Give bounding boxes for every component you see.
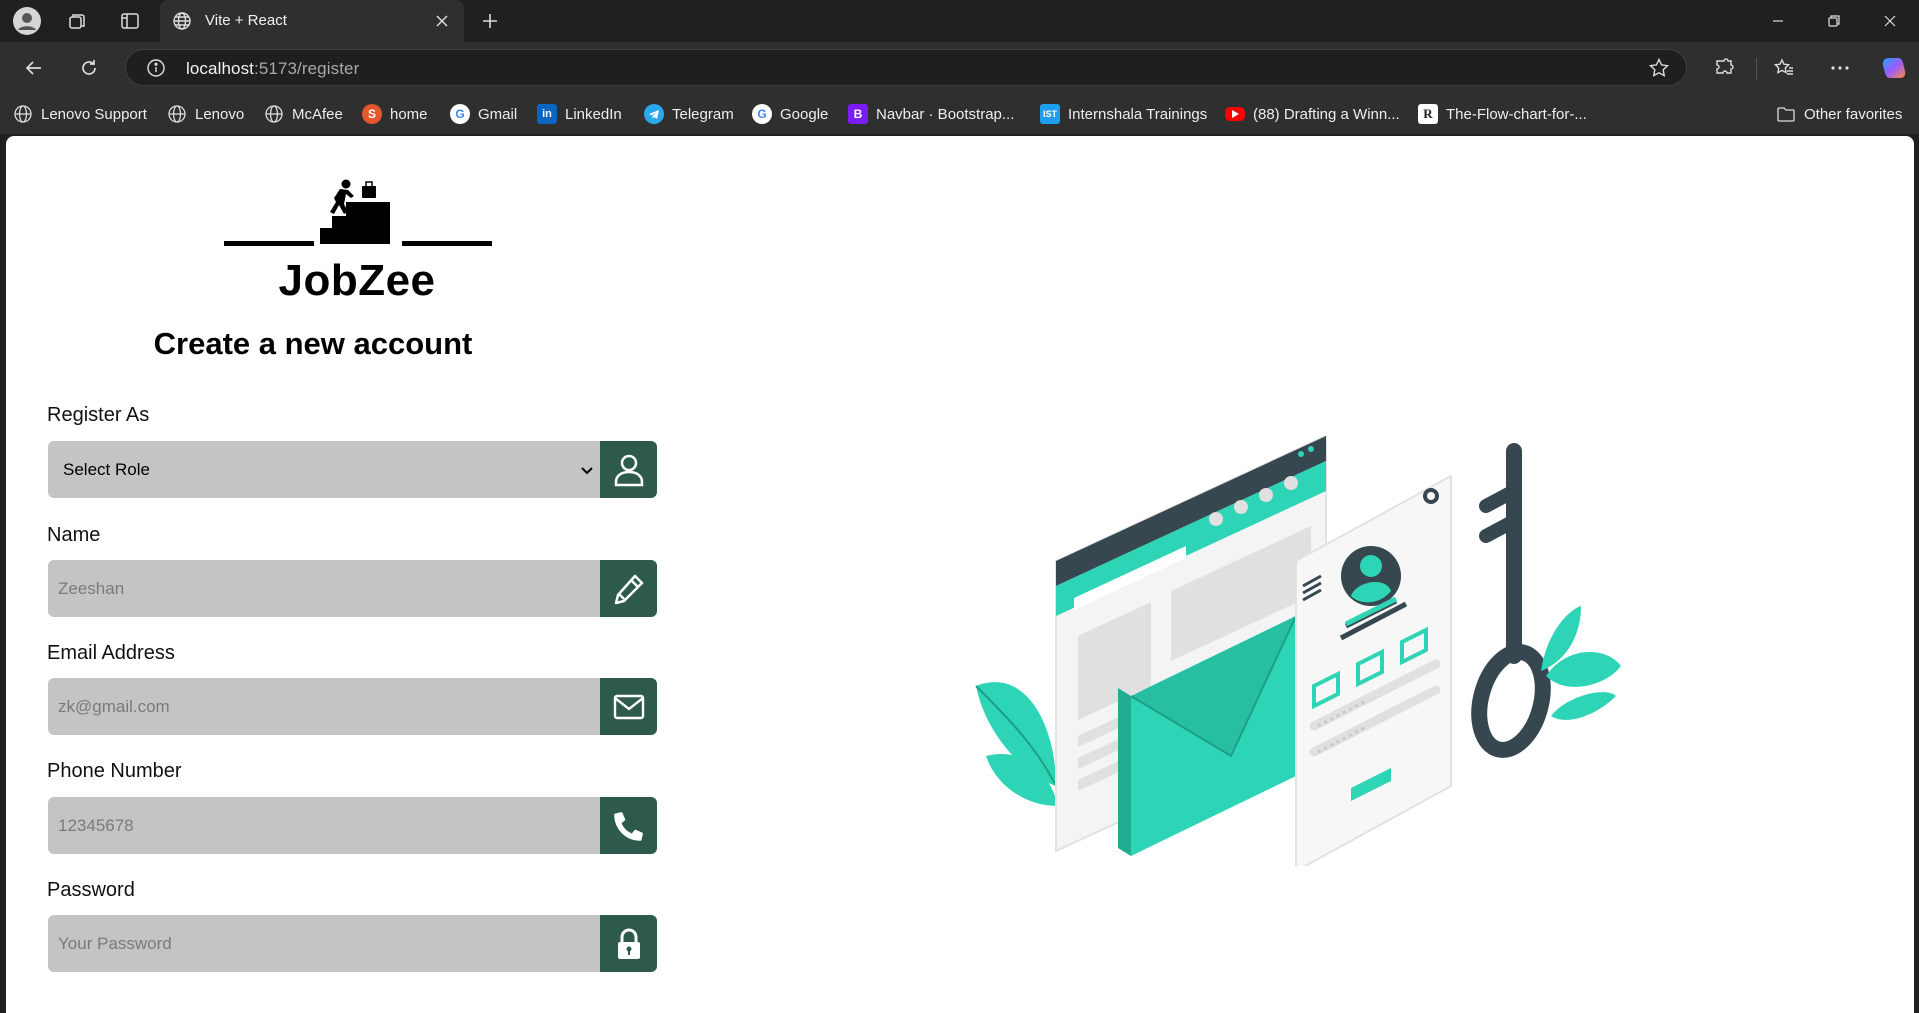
climbing-man-icon <box>320 179 390 244</box>
globe-icon <box>167 104 187 124</box>
youtube-icon <box>1225 107 1245 121</box>
bookmark-label: McAfee <box>292 105 343 123</box>
more-options-icon[interactable] <box>1824 52 1856 84</box>
bookmark-label: Gmail <box>478 105 518 123</box>
bookmark-internshala[interactable]: IST Internshala Trainings <box>1040 102 1207 126</box>
other-favorites-folder[interactable]: Other favorites <box>1776 102 1902 126</box>
browser-toolbar: localhost:5173/register <box>0 42 1919 94</box>
bookmark-lenovo[interactable]: Lenovo <box>167 102 244 126</box>
bookmark-google[interactable]: G Google <box>752 102 828 126</box>
email-field <box>48 678 657 735</box>
bookmark-label: Internshala Trainings <box>1068 105 1208 123</box>
favorites-icon[interactable] <box>1768 52 1800 84</box>
folder-icon <box>1776 104 1796 124</box>
back-button[interactable] <box>18 52 50 84</box>
tab-title: Vite + React <box>205 12 287 29</box>
globe-icon <box>264 104 284 124</box>
name-field <box>48 560 657 617</box>
extensions-icon[interactable] <box>1708 52 1740 84</box>
telegram-icon <box>644 104 664 124</box>
new-tab-button[interactable] <box>475 6 505 36</box>
password-label: Password <box>47 879 135 901</box>
password-field <box>48 915 657 972</box>
chevron-down-icon <box>580 463 594 483</box>
role-select-value: Select Role <box>63 459 150 479</box>
close-window-button[interactable] <box>1862 0 1918 42</box>
research-icon: R <box>1418 104 1438 124</box>
registration-illustration <box>975 434 1621 866</box>
copilot-icon[interactable] <box>1878 52 1910 84</box>
email-label: Email Address <box>47 642 175 664</box>
home-site-icon: S <box>362 104 382 124</box>
bookmark-mcafee[interactable]: McAfee <box>264 102 343 126</box>
mail-icon <box>600 678 657 735</box>
bookmark-lenovo-support[interactable]: Lenovo Support <box>13 102 147 126</box>
phone-label: Phone Number <box>47 760 182 782</box>
toolbar-separator <box>1756 58 1757 80</box>
brand-name: JobZee <box>278 256 436 305</box>
bookmark-label: home <box>390 105 428 123</box>
form-title: Create a new account <box>153 326 473 361</box>
bookmark-gmail[interactable]: G Gmail <box>450 102 517 126</box>
restore-button[interactable] <box>1806 0 1862 42</box>
url-path: :5173/register <box>254 59 360 78</box>
vertical-tabs-icon[interactable] <box>115 6 145 36</box>
bookmark-youtube[interactable]: (88) Drafting a Winn... <box>1225 102 1400 126</box>
linkedin-icon: in <box>537 104 557 124</box>
user-icon <box>600 441 657 498</box>
bookmark-label: Google <box>780 105 829 123</box>
globe-icon <box>172 11 192 36</box>
url-text[interactable]: localhost:5173/register <box>186 59 359 79</box>
phone-field <box>48 797 657 854</box>
role-label: Register As <box>47 404 150 426</box>
password-input[interactable] <box>48 915 600 972</box>
bookmark-home[interactable]: S home <box>362 102 428 126</box>
page-viewport: JobZee Create a new account Register As … <box>6 136 1914 1013</box>
workspaces-icon[interactable] <box>62 6 92 36</box>
bookmark-telegram[interactable]: Telegram <box>644 102 734 126</box>
bookmark-label: Telegram <box>672 105 734 123</box>
bookmark-label: Navbar · Bootstrap... <box>876 105 1015 123</box>
lock-icon <box>600 915 657 972</box>
bootstrap-icon: B <box>848 104 868 124</box>
logo-line-left <box>224 241 314 246</box>
bookmark-bootstrap[interactable]: B Navbar · Bootstrap... <box>848 102 1014 126</box>
globe-icon <box>13 104 33 124</box>
browser-title-bar: Vite + React <box>0 0 1919 42</box>
active-tab[interactable]: Vite + React <box>160 0 464 42</box>
phone-icon <box>600 797 657 854</box>
role-select[interactable]: Select Role <box>48 441 600 498</box>
bookmark-label: (88) Drafting a Winn... <box>1253 105 1400 123</box>
site-info-icon[interactable] <box>146 58 166 83</box>
internshala-icon: IST <box>1040 104 1060 124</box>
address-bar[interactable]: localhost:5173/register <box>125 49 1687 86</box>
favorite-star-icon[interactable] <box>1648 57 1670 84</box>
minimize-button[interactable] <box>1750 0 1806 42</box>
role-field: Select Role <box>48 441 657 498</box>
profile-avatar-icon[interactable] <box>12 6 42 36</box>
bookmarks-bar: Lenovo Support Lenovo McAfee S home G Gm… <box>0 94 1919 134</box>
bookmark-label: LinkedIn <box>565 105 622 123</box>
jobzee-logo: JobZee <box>216 178 492 305</box>
bookmark-flow-chart[interactable]: R The-Flow-chart-for-... <box>1418 102 1587 126</box>
phone-input[interactable] <box>48 797 600 854</box>
pencil-icon <box>600 560 657 617</box>
url-host: localhost <box>186 59 254 78</box>
logo-line-right <box>402 241 492 246</box>
bookmark-linkedin[interactable]: in LinkedIn <box>537 102 622 126</box>
other-favorites-label: Other favorites <box>1804 105 1903 123</box>
bookmark-label: The-Flow-chart-for-... <box>1446 105 1587 123</box>
name-label: Name <box>47 524 101 546</box>
bookmark-label: Lenovo <box>195 105 245 123</box>
reload-button[interactable] <box>73 52 105 84</box>
google-icon: G <box>752 104 772 124</box>
close-tab-icon[interactable] <box>430 9 454 33</box>
bookmark-label: Lenovo Support <box>41 105 147 123</box>
email-input[interactable] <box>48 678 600 735</box>
google-icon: G <box>450 104 470 124</box>
name-input[interactable] <box>48 560 600 617</box>
